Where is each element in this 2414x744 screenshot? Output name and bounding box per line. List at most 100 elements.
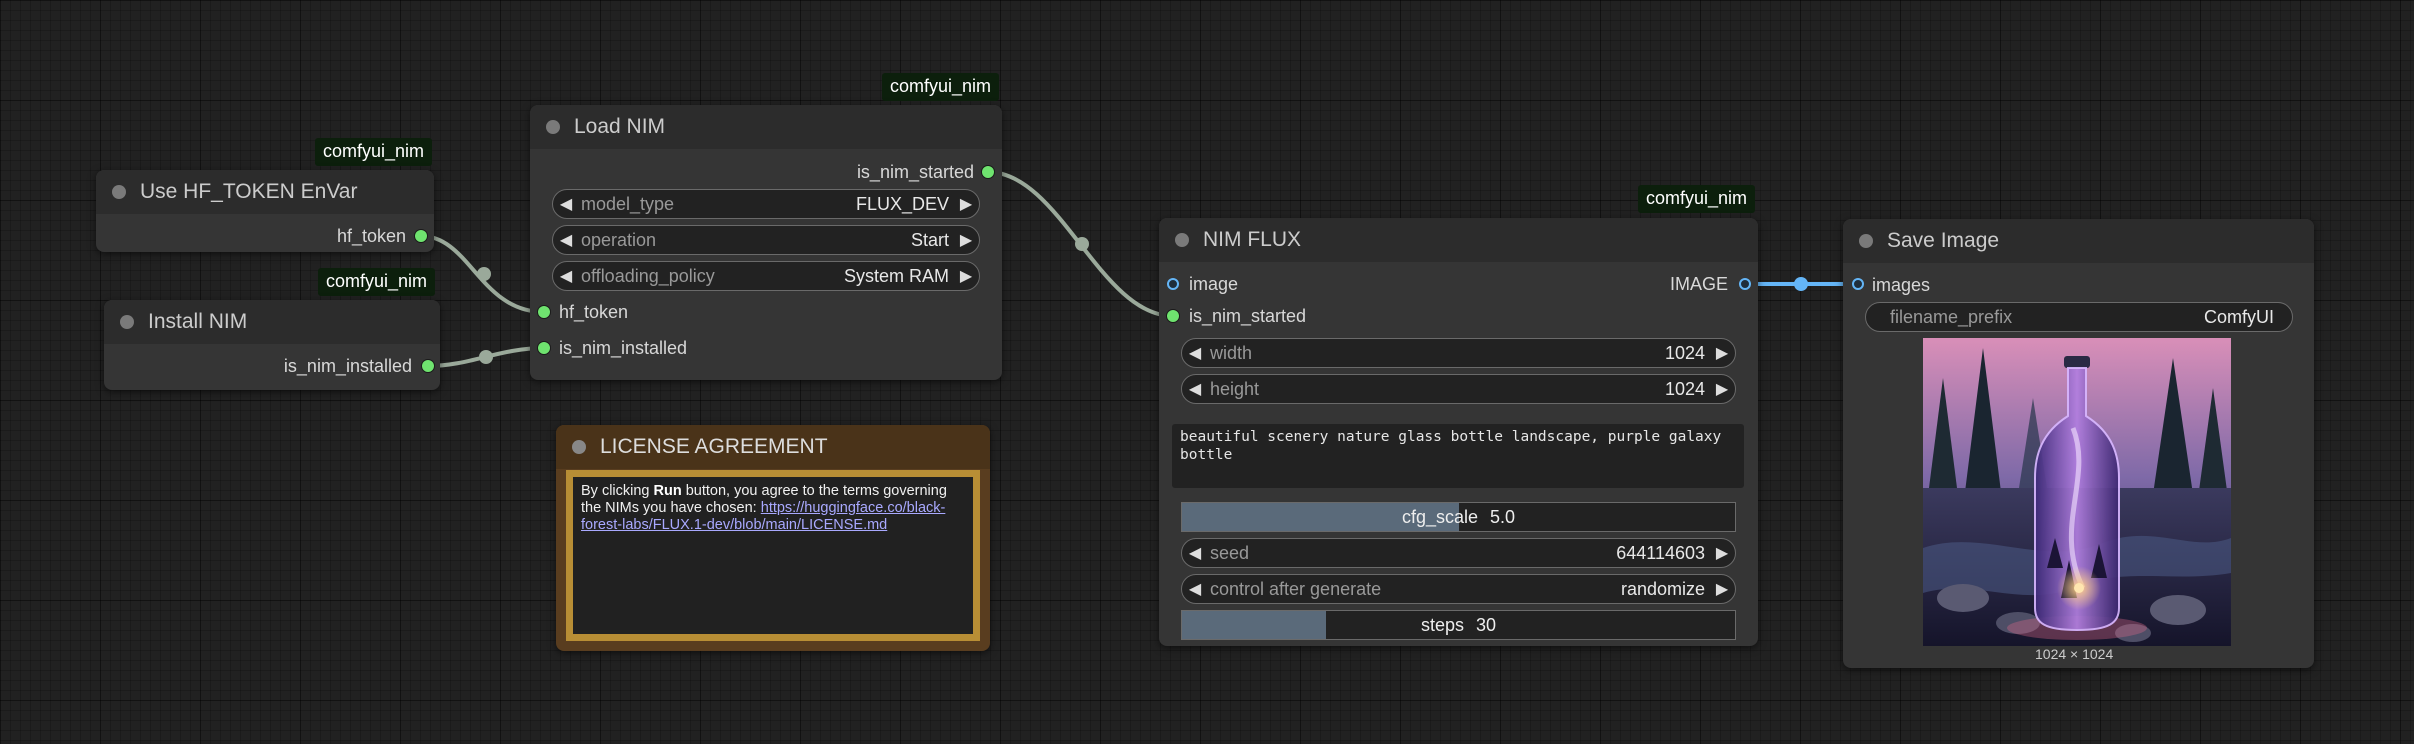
collapse-dot[interactable] (112, 185, 126, 199)
decrement-arrow-icon[interactable]: ◀ (553, 266, 579, 286)
node-badge: comfyui_nim (318, 268, 436, 296)
decrement-arrow-icon[interactable]: ◀ (553, 230, 579, 250)
input-label: image (1189, 273, 1239, 294)
license-text-bold: Run (653, 483, 682, 499)
output-slot-hf-token[interactable] (415, 230, 427, 242)
output-slot-image[interactable] (1739, 278, 1751, 290)
widget-value: Start (910, 229, 949, 250)
widget-value: 1024 (1664, 342, 1705, 363)
node-title: Install NIM (148, 310, 248, 333)
output-label: is_nim_installed (283, 355, 412, 376)
number-width[interactable]: ◀ width 1024 ▶ (1181, 338, 1736, 368)
wire-is-nim-started-midpoint (1075, 237, 1089, 251)
number-seed[interactable]: ◀ seed 644114603 ▶ (1181, 538, 1736, 568)
node-load-nim[interactable]: Load NIM is_nim_started ◀ model_type FLU… (530, 105, 1002, 380)
collapse-dot[interactable] (120, 315, 134, 329)
widget-label: height (1210, 378, 1260, 399)
output-image: IMAGE (1670, 272, 1728, 296)
widget-value: 1024 (1664, 378, 1705, 399)
prompt-textarea[interactable]: beautiful scenery nature glass bottle la… (1172, 424, 1744, 488)
license-frame: By clicking Run button, you agree to the… (566, 470, 980, 641)
node-title-bar[interactable]: Use HF_TOKEN EnVar (96, 170, 434, 214)
input-image: image (1189, 272, 1238, 296)
decrement-arrow-icon[interactable]: ◀ (553, 194, 579, 214)
node-install-nim[interactable]: Install NIM is_nim_installed (104, 300, 440, 390)
widget-value: System RAM (843, 265, 949, 286)
input-slot-images[interactable] (1852, 278, 1864, 290)
node-license-agreement[interactable]: LICENSE AGREEMENT By clicking Run button… (556, 425, 990, 651)
widget-label: seed (1210, 542, 1250, 563)
increment-arrow-icon[interactable]: ▶ (1709, 343, 1735, 363)
slider-label: cfg_scale (1401, 506, 1478, 527)
collapse-dot[interactable] (546, 120, 560, 134)
slider-value: 5.0 (1490, 506, 1516, 527)
node-title-bar[interactable]: Save Image (1843, 219, 2314, 263)
slider-cfg-scale[interactable]: cfg_scale 5.0 (1181, 502, 1736, 532)
image-preview[interactable] (1923, 338, 2231, 646)
slider-text: steps 30 (1182, 611, 1735, 639)
output-slot-is-nim-installed[interactable] (422, 360, 434, 372)
input-hf-token: hf_token (559, 300, 628, 324)
collapse-dot[interactable] (1175, 233, 1189, 247)
node-title: Save Image (1887, 229, 2000, 252)
increment-arrow-icon[interactable]: ▶ (953, 194, 979, 214)
wire-hf-token-midpoint (477, 267, 491, 281)
input-slot-hf-token[interactable] (538, 306, 550, 318)
number-height[interactable]: ◀ height 1024 ▶ (1181, 374, 1736, 404)
widget-label: filename_prefix (1890, 306, 2013, 327)
node-badge: comfyui_nim (882, 73, 1000, 101)
node-title-bar[interactable]: LICENSE AGREEMENT (556, 425, 990, 469)
node-save-image[interactable]: Save Image images filename_prefix ComfyU… (1843, 219, 2314, 668)
increment-arrow-icon[interactable]: ▶ (1709, 579, 1735, 599)
combo-offloading-policy[interactable]: ◀ offloading_policy System RAM ▶ (552, 261, 980, 291)
widget-label: offloading_policy (581, 265, 715, 286)
input-slot-is-nim-started[interactable] (1167, 310, 1179, 322)
node-title: Load NIM (574, 115, 666, 138)
input-label: hf_token (559, 301, 629, 322)
combo-control-after-generate[interactable]: ◀ control after generate randomize ▶ (1181, 574, 1736, 604)
node-title: NIM FLUX (1203, 228, 1302, 251)
input-slot-image[interactable] (1167, 278, 1179, 290)
widget-label: operation (581, 229, 657, 250)
input-is-nim-installed: is_nim_installed (559, 336, 687, 360)
input-images: images (1872, 273, 1930, 297)
slider-steps[interactable]: steps 30 (1181, 610, 1736, 640)
combo-model-type[interactable]: ◀ model_type FLUX_DEV ▶ (552, 189, 980, 219)
increment-arrow-icon[interactable]: ▶ (953, 230, 979, 250)
collapse-dot[interactable] (572, 440, 586, 454)
license-text: By clicking Run button, you agree to the… (573, 477, 973, 634)
output-hf-token: hf_token (337, 224, 406, 248)
decrement-arrow-icon[interactable]: ◀ (1182, 543, 1208, 563)
output-slot-is-nim-started[interactable] (982, 166, 994, 178)
increment-arrow-icon[interactable]: ▶ (1709, 543, 1735, 563)
widget-label: model_type (581, 193, 675, 214)
input-is-nim-started: is_nim_started (1189, 304, 1306, 328)
node-use-hf-token[interactable]: Use HF_TOKEN EnVar hf_token (96, 170, 434, 252)
license-text-before: By clicking (581, 483, 654, 499)
decrement-arrow-icon[interactable]: ◀ (1182, 343, 1208, 363)
collapse-dot[interactable] (1859, 234, 1873, 248)
widget-label: control after generate (1210, 578, 1382, 599)
wire-image-midpoint (1794, 277, 1808, 291)
node-title: LICENSE AGREEMENT (600, 435, 828, 458)
combo-operation[interactable]: ◀ operation Start ▶ (552, 225, 980, 255)
node-badge: comfyui_nim (315, 138, 433, 166)
widget-value: randomize (1620, 578, 1705, 599)
output-is-nim-installed: is_nim_installed (284, 354, 412, 378)
wire-is-nim-installed-midpoint (479, 350, 493, 364)
node-title: Use HF_TOKEN EnVar (140, 180, 358, 203)
increment-arrow-icon[interactable]: ▶ (953, 266, 979, 286)
text-filename-prefix[interactable]: filename_prefix ComfyUI (1865, 302, 2293, 332)
decrement-arrow-icon[interactable]: ◀ (1182, 379, 1208, 399)
increment-arrow-icon[interactable]: ▶ (1709, 379, 1735, 399)
decrement-arrow-icon[interactable]: ◀ (1182, 579, 1208, 599)
input-slot-is-nim-installed[interactable] (538, 342, 550, 354)
node-title-bar[interactable]: Load NIM (530, 105, 1002, 149)
node-badge: comfyui_nim (1638, 185, 1756, 213)
output-is-nim-started: is_nim_started (857, 160, 974, 184)
node-title-bar[interactable]: Install NIM (104, 300, 440, 344)
node-title-bar[interactable]: NIM FLUX (1159, 218, 1758, 262)
input-label: is_nim_started (1189, 305, 1307, 326)
output-label: is_nim_started (856, 161, 974, 182)
image-size-label: 1024 × 1024 (2035, 646, 2114, 662)
